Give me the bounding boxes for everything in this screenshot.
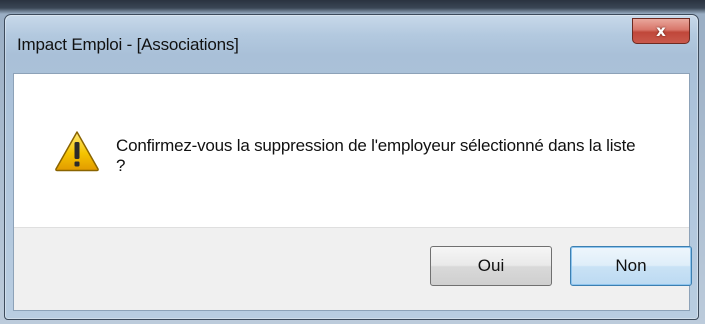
message-line-2: ? (116, 156, 126, 175)
dialog-client-area: Confirmez-vous la suppression de l'emplo… (13, 73, 692, 311)
message-area: Confirmez-vous la suppression de l'emplo… (14, 74, 689, 227)
button-bar: Oui Non (14, 227, 692, 310)
message-line-1: Confirmez-vous la suppression de l'emplo… (116, 136, 636, 155)
no-button[interactable]: Non (570, 246, 692, 286)
close-icon: x (656, 22, 666, 40)
title-bar[interactable]: Impact Emploi - [Associations] x (5, 15, 698, 73)
window-title: Impact Emploi - [Associations] (17, 35, 239, 54)
confirmation-message: Confirmez-vous la suppression de l'emplo… (116, 136, 676, 176)
warning-icon (55, 131, 99, 172)
desktop-background: Impact Emploi - [Associations] x Confirm… (0, 0, 705, 324)
dialog-window: Impact Emploi - [Associations] x Confirm… (4, 14, 699, 320)
close-button[interactable]: x (632, 18, 690, 44)
yes-button[interactable]: Oui (430, 246, 552, 286)
